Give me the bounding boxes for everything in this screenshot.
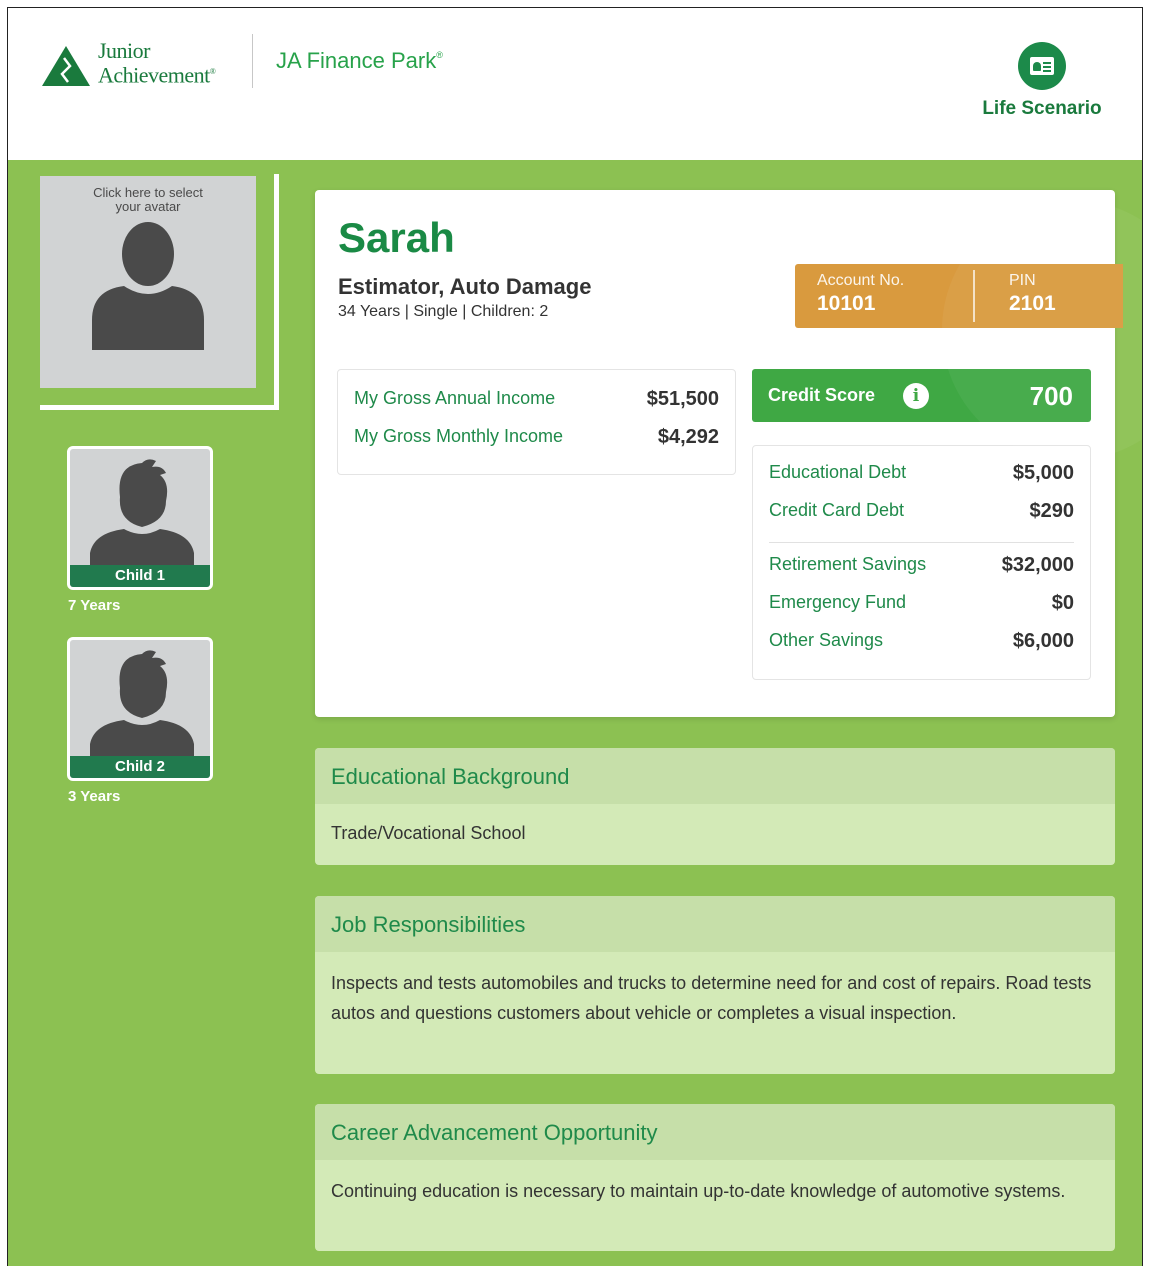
panel-body: Inspects and tests automobiles and truck… xyxy=(331,973,1092,1023)
job-title: Estimator, Auto Damage xyxy=(338,274,592,299)
credit-score-label: Credit Score xyxy=(768,385,876,405)
avatar-hint: Click here to select your avatar xyxy=(93,185,203,214)
id-card-icon xyxy=(1018,42,1066,90)
income-panel: My Gross Annual Income $51,500 My Gross … xyxy=(337,369,736,475)
savings-label: Other Savings xyxy=(769,630,884,650)
debt-savings-panel: Educational Debt $5,000 Credit Card Debt… xyxy=(752,445,1091,680)
ja-mountain-icon xyxy=(42,46,90,86)
savings-row: Retirement Savings $32,000 xyxy=(769,554,1074,580)
avatar-selector[interactable]: Click here to select your avatar xyxy=(40,176,256,388)
child-label: Child 2 xyxy=(70,756,210,778)
savings-label: Retirement Savings xyxy=(769,554,927,574)
income-value: $4,292 xyxy=(657,426,719,448)
debt-value: $290 xyxy=(1029,500,1075,522)
child-card-2[interactable]: Child 2 xyxy=(67,637,213,781)
credit-score-value: 700 xyxy=(1029,381,1073,411)
child-silhouette-icon xyxy=(90,650,194,760)
child-silhouette-icon xyxy=(90,459,194,569)
account-number: Account No. 10101 xyxy=(817,272,904,316)
person-details: 34 Years | Single | Children: 2 xyxy=(338,303,549,320)
product-registered-mark: ® xyxy=(436,50,443,60)
income-row-monthly: My Gross Monthly Income $4,292 xyxy=(354,426,719,452)
debt-row: Educational Debt $5,000 xyxy=(769,462,1074,488)
job-responsibilities-panel: Job Responsibilities Inspects and tests … xyxy=(315,896,1115,1074)
child-label: Child 1 xyxy=(70,565,210,587)
savings-row: Emergency Fund $0 xyxy=(769,592,1074,618)
debt-label: Educational Debt xyxy=(769,462,907,482)
logo-text: Junior Achievement® xyxy=(98,38,216,88)
savings-label: Emergency Fund xyxy=(769,592,907,612)
logo-line-1: Junior xyxy=(98,38,151,63)
logo-line-2: Achievement xyxy=(98,62,210,88)
life-scenario-label: Life Scenario xyxy=(982,98,1102,119)
profile-card: Sarah Estimator, Auto Damage 34 Years | … xyxy=(315,190,1123,717)
info-icon[interactable]: i xyxy=(903,383,929,409)
account-label: Account No. xyxy=(817,272,905,289)
debt-row: Credit Card Debt $290 xyxy=(769,500,1074,526)
app-frame: Junior Achievement® JA Finance Park® Lif… xyxy=(7,7,1143,1266)
pin-value: 2101 xyxy=(1009,292,1056,315)
person-silhouette-icon xyxy=(92,222,204,350)
savings-value: $6,000 xyxy=(1012,630,1074,652)
panel-body: Continuing education is necessary to mai… xyxy=(331,1181,1066,1201)
logo-registered-mark: ® xyxy=(209,67,216,76)
avatar-frame-edge xyxy=(274,174,279,410)
educational-background-panel: Educational Background Trade/Vocational … xyxy=(315,748,1115,865)
child-card-1[interactable]: Child 1 xyxy=(67,446,213,590)
debt-value: $5,000 xyxy=(1012,462,1074,484)
panel-title: Educational Background xyxy=(315,748,1115,804)
logo-divider xyxy=(252,34,253,88)
savings-value: $0 xyxy=(1051,592,1074,614)
product-title: JA Finance Park xyxy=(276,48,437,73)
child-age: 7 Years xyxy=(68,597,121,614)
header: Junior Achievement® JA Finance Park® Lif… xyxy=(8,8,1142,160)
product-name: JA Finance Park® xyxy=(276,48,443,74)
main-area: Click here to select your avatar Child 1… xyxy=(8,160,1142,1266)
credit-score-bar: Credit Score i 700 xyxy=(752,369,1091,422)
savings-row: Other Savings $6,000 xyxy=(769,630,1074,656)
income-label: My Gross Annual Income xyxy=(354,388,556,408)
person-name: Sarah xyxy=(338,214,455,261)
avatar-frame-edge xyxy=(40,405,279,410)
account-divider xyxy=(973,270,975,322)
panel-title: Career Advancement Opportunity xyxy=(315,1104,1115,1160)
panel-body: Trade/Vocational School xyxy=(331,823,526,843)
pin: PIN 2101 xyxy=(1009,272,1056,316)
debt-label: Credit Card Debt xyxy=(769,500,905,520)
pin-label: PIN xyxy=(1009,272,1036,289)
savings-value: $32,000 xyxy=(1001,554,1074,576)
junior-achievement-logo[interactable]: Junior Achievement® xyxy=(40,40,240,96)
income-label: My Gross Monthly Income xyxy=(354,426,564,446)
panel-title: Job Responsibilities xyxy=(315,896,1115,952)
life-scenario-button[interactable]: Life Scenario xyxy=(972,42,1112,126)
income-row-annual: My Gross Annual Income $51,500 xyxy=(354,388,719,414)
income-value: $51,500 xyxy=(646,388,719,410)
account-badge: Account No. 10101 PIN 2101 xyxy=(795,264,1123,328)
account-value: 10101 xyxy=(817,292,876,315)
career-advancement-panel: Career Advancement Opportunity Continuin… xyxy=(315,1104,1115,1251)
child-age: 3 Years xyxy=(68,788,121,805)
section-divider xyxy=(769,542,1074,543)
